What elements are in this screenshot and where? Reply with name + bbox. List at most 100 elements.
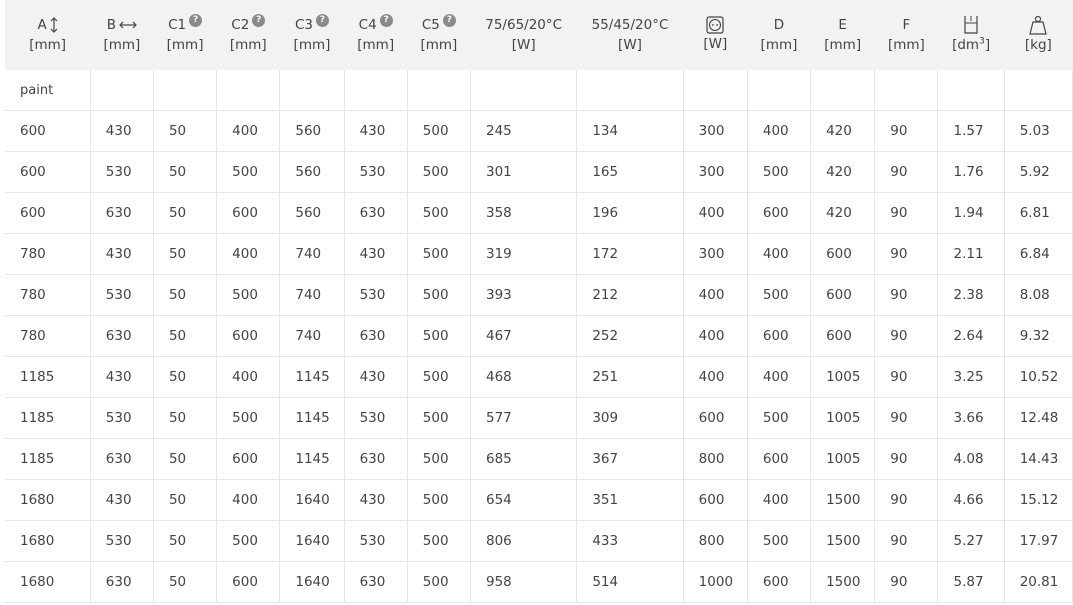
table-cell: 1500 xyxy=(810,479,876,521)
table-cell: 1640 xyxy=(279,479,345,521)
table-cell: 577 xyxy=(470,397,578,439)
col-header-volume: [dm3] xyxy=(937,0,1005,70)
table-cell: 600 xyxy=(683,397,748,439)
header-label: A xyxy=(37,17,47,33)
table-cell: 500 xyxy=(747,397,812,439)
table-cell: 309 xyxy=(576,397,684,439)
table-cell: 90 xyxy=(874,356,939,398)
empty-cell xyxy=(344,70,408,111)
table-cell: 600 xyxy=(216,438,281,480)
table-cell: 393 xyxy=(470,274,578,316)
table-row: 1185 530 50 500 1145 530 500 577 309 600 500 1005 90… xyxy=(5,397,1073,439)
help-icon[interactable]: ? xyxy=(189,13,203,27)
table-cell: 500 xyxy=(407,110,471,152)
table-cell: 6.81 xyxy=(1004,192,1073,234)
table-cell: 500 xyxy=(407,151,471,193)
table-cell: 600 xyxy=(810,274,876,316)
table-cell: 1185 xyxy=(5,397,91,439)
empty-cell xyxy=(90,70,154,111)
table-cell: 358 xyxy=(470,192,578,234)
header-label: C5 xyxy=(421,17,440,33)
table-cell: 530 xyxy=(344,397,408,439)
table-cell: 630 xyxy=(344,192,408,234)
table-cell: 500 xyxy=(407,397,471,439)
help-icon[interactable]: ? xyxy=(442,13,456,27)
table-cell: 500 xyxy=(407,274,471,316)
table-cell: 600 xyxy=(5,151,91,193)
col-header-d: D [mm] xyxy=(747,0,811,70)
col-header-electric: [W] xyxy=(683,0,748,70)
table-cell: 500 xyxy=(216,397,281,439)
header-unit: [dm3] xyxy=(938,35,1004,55)
table-cell: 90 xyxy=(874,151,939,193)
table-cell: 1145 xyxy=(279,356,345,398)
table-cell: 780 xyxy=(5,233,91,275)
header-label: C4 xyxy=(358,17,377,33)
table-cell: 50 xyxy=(153,356,218,398)
table-cell: 50 xyxy=(153,520,218,562)
table-cell: 212 xyxy=(576,274,684,316)
header-unit: [W] xyxy=(703,36,728,52)
table-cell: 50 xyxy=(153,233,218,275)
table-cell: 6.84 xyxy=(1004,233,1073,275)
table-cell: 351 xyxy=(576,479,684,521)
table-cell: 165 xyxy=(576,151,684,193)
table-cell: 500 xyxy=(407,438,471,480)
table-cell: 90 xyxy=(874,233,939,275)
table-row: 1185 430 50 400 1145 430 500 468 251 400 400 1005 90… xyxy=(5,356,1073,398)
help-icon[interactable]: ? xyxy=(315,13,329,27)
table-cell: 430 xyxy=(90,356,154,398)
empty-cell xyxy=(810,70,876,111)
table-cell: 300 xyxy=(683,151,748,193)
table-cell: 630 xyxy=(344,438,408,480)
header-label: C2 xyxy=(231,17,250,33)
table-cell: 14.43 xyxy=(1004,438,1073,480)
help-icon[interactable]: ? xyxy=(379,13,393,27)
table-cell: 1000 xyxy=(683,561,748,603)
table-cell: 50 xyxy=(153,151,218,193)
table-cell: 600 xyxy=(810,233,876,275)
header-row: A [mm] B [mm] C1? [mm] C2? [mm] C3 ? [mm… xyxy=(5,0,1073,70)
help-icon[interactable]: ? xyxy=(252,13,266,27)
header-unit: [mm] xyxy=(357,37,395,53)
empty-cell xyxy=(470,70,578,111)
table-cell: 90 xyxy=(874,438,939,480)
table-cell: 958 xyxy=(470,561,578,603)
table-cell: 4.08 xyxy=(937,438,1005,480)
header-label: B xyxy=(106,17,116,33)
table-cell: 500 xyxy=(747,520,812,562)
table-cell: 420 xyxy=(810,151,876,193)
table-cell: 90 xyxy=(874,192,939,234)
table-row: 1680 430 50 400 1640 430 500 654 351 600 400 1500 90… xyxy=(5,479,1073,521)
unit-text: [dm xyxy=(952,37,980,53)
table-cell: 740 xyxy=(279,315,345,357)
header-unit: [mm] xyxy=(166,37,204,53)
table-cell: 2.64 xyxy=(937,315,1005,357)
table-cell: 5.92 xyxy=(1004,151,1073,193)
table-cell: 560 xyxy=(279,192,345,234)
table-cell: 4.66 xyxy=(937,479,1005,521)
table-cell: 740 xyxy=(279,274,345,316)
table-row: 1680 630 50 600 1640 630 500 958 514 1000 600 1500 9… xyxy=(5,561,1073,603)
water-volume-icon xyxy=(964,16,978,34)
table-row: 1185 630 50 600 1145 630 500 685 367 800 600 1005 90… xyxy=(5,438,1073,480)
table-cell: 1500 xyxy=(810,520,876,562)
table-cell: 800 xyxy=(683,438,748,480)
table-cell: 2.11 xyxy=(937,233,1005,275)
table-row: 780 630 50 600 740 630 500 467 252 400 600 600 90 2.6… xyxy=(5,315,1073,357)
table-cell: 430 xyxy=(344,233,408,275)
table-cell: 50 xyxy=(153,192,218,234)
table-cell: 420 xyxy=(810,192,876,234)
table-cell: 530 xyxy=(90,151,154,193)
table-cell: 8.08 xyxy=(1004,274,1073,316)
table-cell: 500 xyxy=(216,151,281,193)
table-cell: 245 xyxy=(470,110,578,152)
header-unit: [mm] xyxy=(887,37,925,53)
table-cell: 654 xyxy=(470,479,578,521)
table-cell: 90 xyxy=(874,274,939,316)
header-label: D xyxy=(773,17,785,33)
table-cell: 400 xyxy=(747,110,812,152)
table-cell: 5.87 xyxy=(937,561,1005,603)
table-cell: 560 xyxy=(279,151,345,193)
table-row: 600 530 50 500 560 530 500 301 165 300 500 420 90 1.7… xyxy=(5,151,1073,193)
